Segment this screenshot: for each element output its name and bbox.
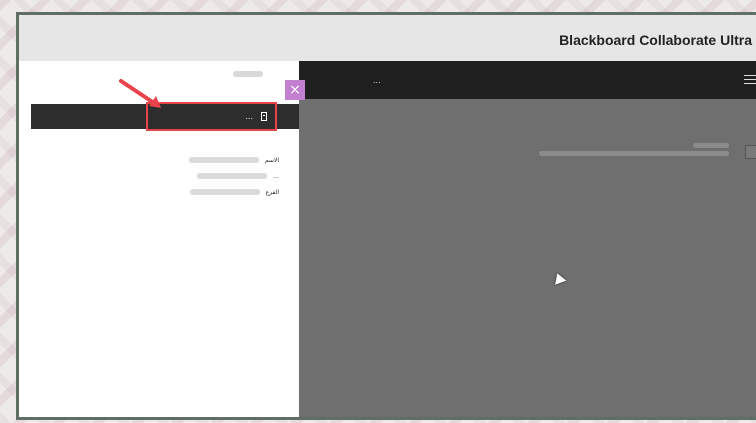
note-line-2 <box>539 151 729 156</box>
panel-top-label <box>233 71 263 79</box>
checkbox[interactable] <box>745 145 756 159</box>
field-value-name <box>188 157 259 163</box>
app-title: Blackboard Collaborate Ultra <box>559 32 752 48</box>
panel-top-placeholder <box>233 71 263 77</box>
app-window: Blackboard Collaborate Ultra ... الاسم .… <box>16 12 756 420</box>
left-panel: ... الاسم ... الفرع <box>19 61 299 417</box>
field-row-name: الاسم <box>169 155 279 165</box>
field-label-name: الاسم <box>264 156 279 164</box>
selected-item-button[interactable]: ... <box>146 102 277 131</box>
note-line-1 <box>693 143 729 148</box>
top-bar: ... <box>299 61 756 99</box>
hamburger-icon[interactable] <box>744 75 756 84</box>
field-row-branch: الفرع <box>169 187 279 197</box>
field-label-branch: الفرع <box>265 188 279 196</box>
topbar-label: ... <box>373 76 381 85</box>
main-note <box>519 141 756 165</box>
document-icon <box>261 112 267 121</box>
main-content <box>299 99 756 417</box>
field-row-second: ... <box>169 171 279 181</box>
field-value-second <box>197 173 268 179</box>
title-bar: Blackboard Collaborate Ultra <box>19 15 756 61</box>
field-value-branch <box>189 189 260 195</box>
selected-item-label: ... <box>245 112 253 121</box>
close-panel-button[interactable]: × <box>285 80 305 100</box>
x-icon: × <box>289 82 301 98</box>
field-label-second: ... <box>273 172 279 180</box>
